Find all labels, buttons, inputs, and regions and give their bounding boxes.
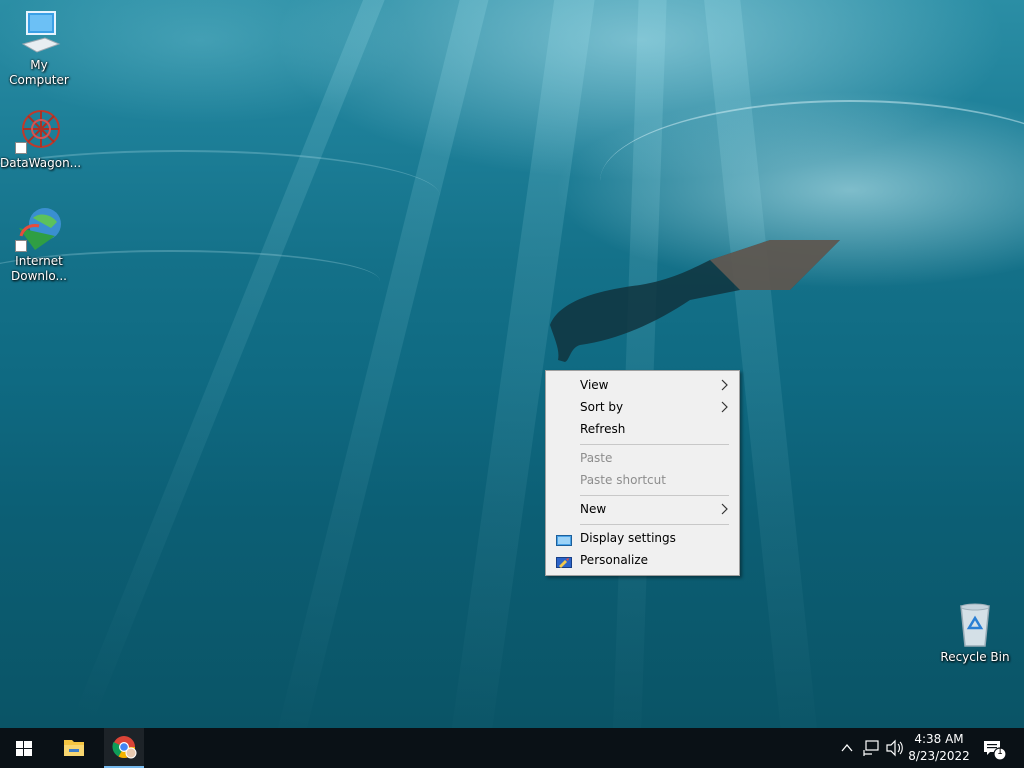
shortcut-arrow-icon (15, 142, 27, 154)
taskbar: 4:38 AM 8/23/2022 1 (0, 728, 1024, 768)
desktop-icon-label: Internet Downlo... (11, 254, 67, 283)
chrome-icon (112, 736, 137, 759)
internet-download-manager-icon (15, 206, 63, 252)
chevron-up-icon (841, 743, 853, 752)
clock-date: 8/23/2022 (908, 749, 970, 763)
desktop-icon-internet-download-manager[interactable]: Internet Downlo... (0, 206, 78, 284)
menu-item-sort-by[interactable]: Sort by (546, 396, 739, 418)
recycle-bin-icon (951, 602, 999, 648)
show-hidden-icons-button[interactable] (838, 728, 856, 768)
clock[interactable]: 4:38 AM 8/23/2022 (906, 728, 972, 768)
menu-item-refresh[interactable]: Refresh (546, 418, 739, 440)
desktop-context-menu: View Sort by Refresh Paste Paste shortcu… (545, 370, 740, 576)
menu-item-label: New (580, 502, 607, 516)
folder-icon (64, 740, 84, 756)
desktop-icon-my-computer[interactable]: My Computer (0, 10, 78, 88)
desktop-wallpaper[interactable]: My Computer DataWagon... Internet Downlo… (0, 0, 1024, 728)
action-center-button[interactable]: 1 (980, 728, 1010, 768)
datawagon-icon (15, 108, 63, 154)
desktop-icon-label: DataWagon... (0, 156, 82, 170)
menu-item-view[interactable]: View (546, 374, 739, 396)
personalize-icon (556, 554, 572, 576)
desktop-icon-label: My Computer (9, 58, 69, 87)
menu-item-display-settings[interactable]: Display settings (546, 527, 739, 549)
start-button[interactable] (0, 728, 48, 768)
menu-item-label: Paste (580, 451, 613, 465)
menu-item-label: Display settings (580, 531, 676, 545)
menu-item-label: View (580, 378, 609, 392)
desktop-icon-recycle-bin[interactable]: Recycle Bin (936, 602, 1014, 665)
desktop-icon-label: Recycle Bin (940, 650, 1010, 664)
diver-image (550, 240, 840, 362)
menu-item-personalize[interactable]: Personalize (546, 549, 739, 571)
menu-separator (580, 495, 729, 496)
menu-item-label: Personalize (580, 553, 649, 567)
menu-separator (580, 444, 729, 445)
menu-item-label: Paste shortcut (580, 473, 666, 487)
taskbar-file-explorer[interactable] (50, 728, 98, 768)
shortcut-arrow-icon (15, 240, 27, 252)
clock-time: 4:38 AM (914, 732, 964, 746)
speaker-icon (886, 739, 903, 757)
windows-logo-icon (16, 741, 32, 756)
menu-separator (580, 524, 729, 525)
network-icon (863, 740, 879, 756)
menu-item-paste-shortcut: Paste shortcut (546, 469, 739, 491)
menu-item-new[interactable]: New (546, 498, 739, 520)
computer-icon (15, 10, 63, 56)
notification-count-badge: 1 (997, 747, 1003, 757)
volume-button[interactable] (884, 728, 906, 768)
menu-item-label: Sort by (580, 400, 624, 414)
network-button[interactable] (860, 728, 882, 768)
menu-item-paste: Paste (546, 447, 739, 469)
desktop-icon-datawagon[interactable]: DataWagon... (0, 108, 82, 171)
chevron-right-icon (721, 498, 729, 527)
taskbar-chrome[interactable] (104, 728, 144, 768)
menu-item-label: Refresh (580, 422, 626, 436)
